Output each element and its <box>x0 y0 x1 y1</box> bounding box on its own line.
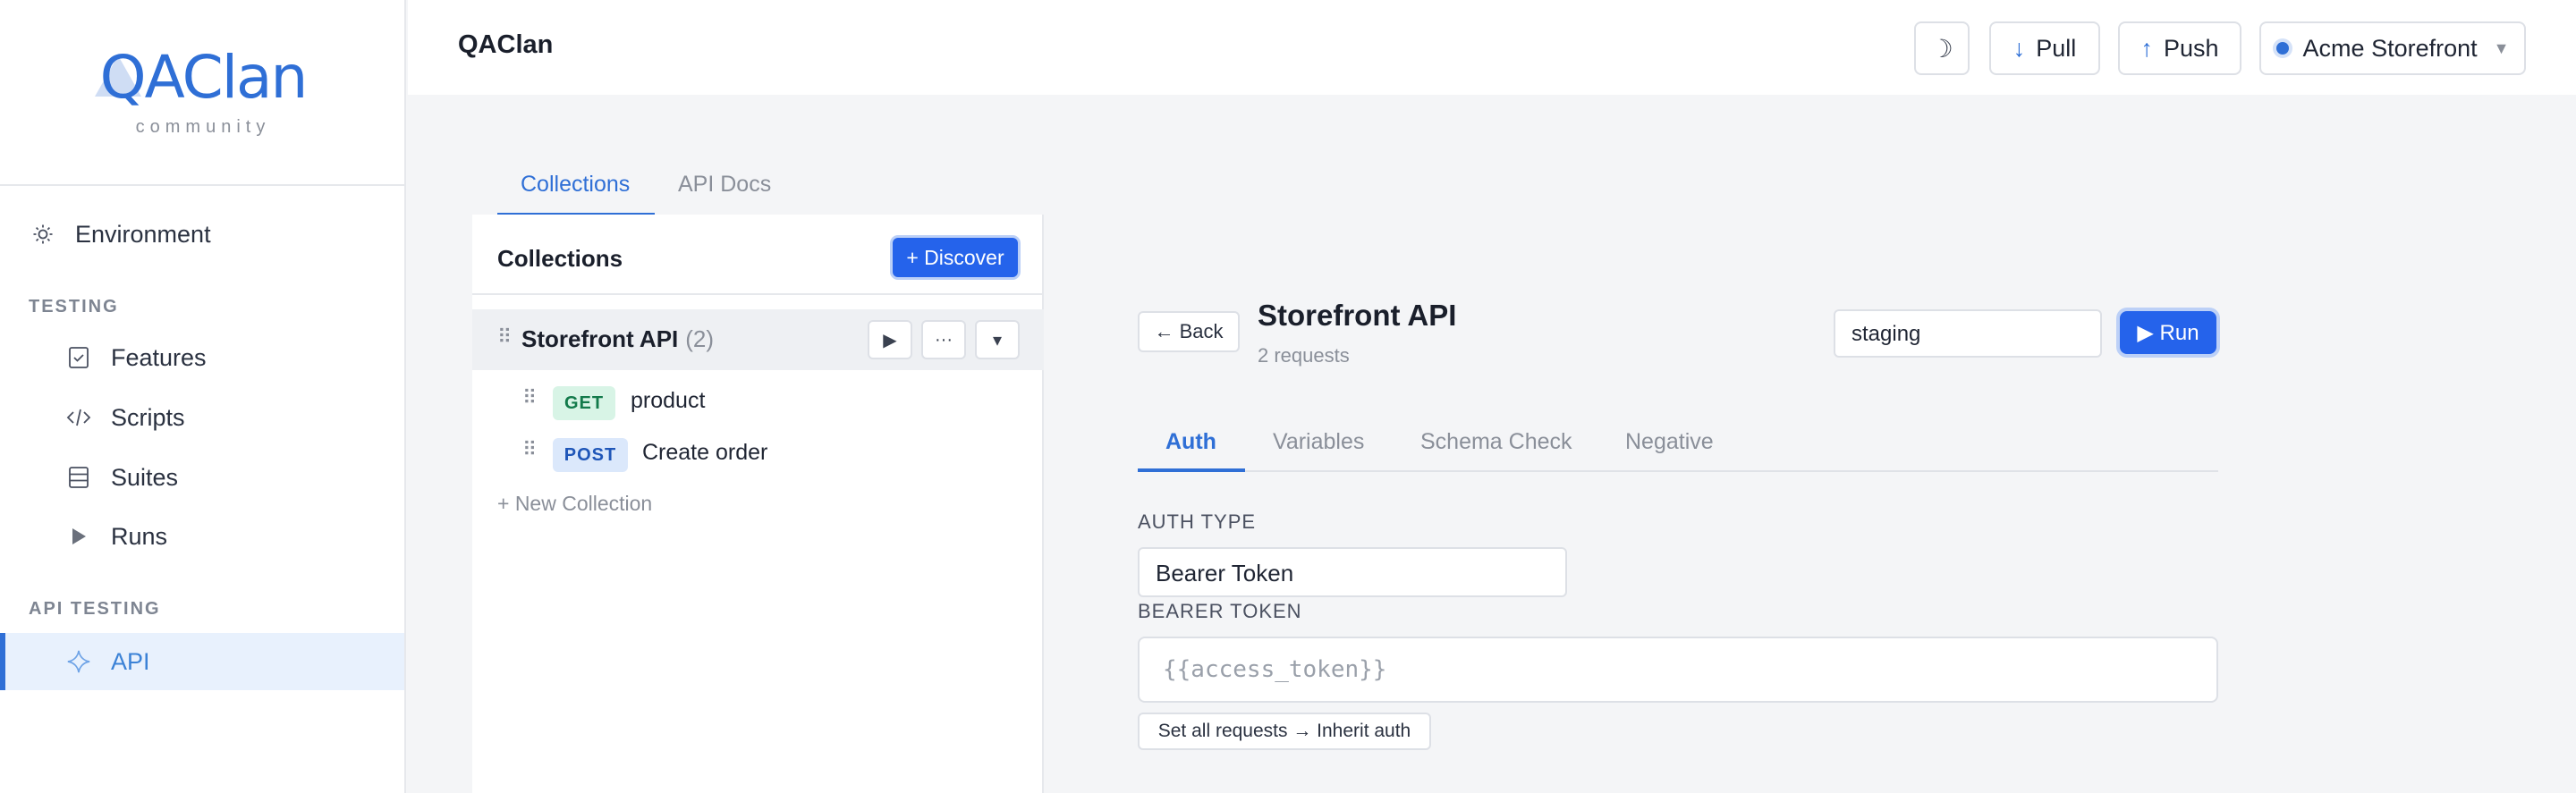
list-item[interactable]: ⠿ GET product <box>472 377 1044 427</box>
play-icon <box>66 524 91 549</box>
chevron-down-icon: ▾ <box>992 330 1003 350</box>
sidebar-item-label: Runs <box>111 522 168 550</box>
arrow-up-icon: ↑ <box>2140 34 2153 62</box>
collection-row[interactable]: ⠿ Storefront API (2) ▶ ··· ▾ <box>472 309 1044 370</box>
request-count: 2 requests <box>1258 344 1350 367</box>
pull-label: Pull <box>2036 34 2077 62</box>
collection-count: (2) <box>685 325 715 352</box>
collections-heading: Collections <box>497 245 623 272</box>
more-options-button[interactable]: ··· <box>921 320 966 359</box>
sidebar-item-label: Features <box>111 343 207 371</box>
drag-handle-icon[interactable]: ⠿ <box>497 325 512 349</box>
sun-icon <box>30 222 55 247</box>
active-indicator <box>0 633 5 690</box>
tab-collections[interactable]: Collections <box>521 172 630 198</box>
app-title: QAClan <box>458 30 554 59</box>
top-header: QAClan ☽ ↓ Pull ↑ Push Acme Storefront ▼ <box>408 0 2576 95</box>
tab-variables[interactable]: Variables <box>1273 429 1364 455</box>
play-icon: ▶ <box>883 330 897 350</box>
section-title-api-testing: API TESTING <box>29 599 161 619</box>
project-selector[interactable]: Acme Storefront ▼ <box>2259 21 2526 75</box>
collection-name: Storefront API <box>521 325 679 352</box>
sidebar-item-label: Environment <box>75 220 211 248</box>
tab-negative[interactable]: Negative <box>1625 429 1714 455</box>
collections-panel: Collections + Discover ⠿ Storefront API(… <box>472 215 1044 793</box>
tab-active-underline <box>1138 468 1245 472</box>
bearer-token-label: BEARER TOKEN <box>1138 600 1302 622</box>
expand-collection-button[interactable]: ▾ <box>975 320 1020 359</box>
sidebar-divider <box>0 184 406 186</box>
run-collection-button[interactable]: ▶ <box>868 320 912 359</box>
sidebar-item-features[interactable]: Features <box>0 329 404 386</box>
new-collection-link[interactable]: + New Collection <box>497 492 652 516</box>
drag-handle-icon[interactable]: ⠿ <box>522 438 537 461</box>
discover-button[interactable]: + Discover <box>893 238 1018 277</box>
environment-input[interactable]: staging <box>1834 309 2102 358</box>
sidebar-item-label: Scripts <box>111 403 185 431</box>
push-label: Push <box>2163 34 2219 62</box>
request-name: product <box>631 388 706 413</box>
collection-detail-title: Storefront API <box>1258 299 1457 332</box>
sidebar-item-suites[interactable]: Suites <box>0 449 404 506</box>
arrow-down-icon: ↓ <box>2012 34 2026 62</box>
run-button[interactable]: ▶ Run <box>2120 311 2216 354</box>
sidebar-item-label: API <box>111 647 150 675</box>
moon-icon: ☽ <box>1930 34 1953 63</box>
request-name: Create order <box>642 440 768 465</box>
logo-subtitle: community <box>135 117 271 137</box>
back-button[interactable]: ← Back <box>1138 311 1240 352</box>
inherit-auth-button[interactable]: Set all requests → Inherit auth <box>1138 713 1431 750</box>
chevron-down-icon: ▼ <box>2493 38 2510 57</box>
tab-schema-check[interactable]: Schema Check <box>1420 429 1572 455</box>
collection-title: Storefront API (2) <box>521 325 714 353</box>
sidebar-item-runs[interactable]: Runs <box>0 508 404 565</box>
auth-type-select[interactable]: Bearer Token <box>1138 547 1567 597</box>
sidebar: QAClan community Environment TESTING Fea… <box>0 0 406 793</box>
auth-type-label: AUTH TYPE <box>1138 510 1257 533</box>
pull-button[interactable]: ↓ Pull <box>1989 21 2100 75</box>
stack-icon <box>66 465 91 490</box>
sidebar-item-scripts[interactable]: Scripts <box>0 389 404 446</box>
bearer-token-input[interactable]: {{access_token}} <box>1138 637 2218 703</box>
sparkle-icon <box>66 649 91 674</box>
tab-auth[interactable]: Auth <box>1165 429 1216 455</box>
list-item[interactable]: ⠿ POST Create order <box>472 429 1044 479</box>
sidebar-item-label: Suites <box>111 463 179 491</box>
status-dot-icon <box>2275 42 2289 55</box>
logo[interactable]: QAClan community <box>0 43 406 138</box>
logo-text: QAClan <box>99 43 309 112</box>
method-badge-post: POST <box>553 438 628 472</box>
tab-api-docs[interactable]: API Docs <box>678 172 771 198</box>
sidebar-item-environment[interactable]: Environment <box>0 206 404 263</box>
push-button[interactable]: ↑ Push <box>2118 21 2241 75</box>
tabs-divider <box>1138 470 2218 472</box>
method-badge-get: GET <box>553 386 615 420</box>
sidebar-item-api[interactable]: API <box>0 633 404 690</box>
checklist-icon <box>66 345 91 370</box>
project-label: Acme Storefront <box>2302 34 2478 62</box>
ellipsis-icon: ··· <box>935 329 953 350</box>
code-icon <box>66 405 91 430</box>
drag-handle-icon[interactable]: ⠿ <box>522 386 537 409</box>
theme-toggle-button[interactable]: ☽ <box>1914 21 1970 75</box>
section-title-testing: TESTING <box>29 297 119 316</box>
collections-divider <box>472 293 1044 295</box>
